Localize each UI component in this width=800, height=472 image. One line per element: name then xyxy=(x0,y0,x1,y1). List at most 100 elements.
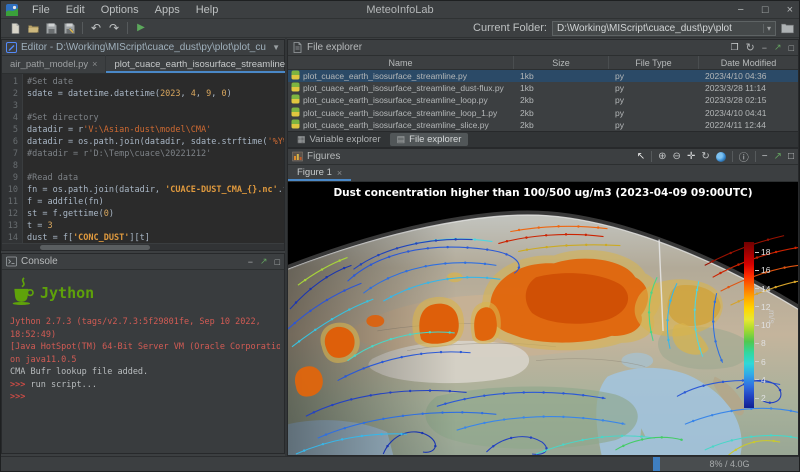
float-icon[interactable]: ↗ xyxy=(260,256,268,267)
jython-logo-text: Jython xyxy=(40,287,94,300)
maximize-icon[interactable]: □ xyxy=(275,257,280,267)
refresh-icon[interactable]: ↻ xyxy=(746,41,755,54)
memory-usage-text: 8% / 4.0G xyxy=(660,459,799,469)
current-folder-combobox[interactable]: D:\Working\MIScript\cuace_dust\py\plot ▾ xyxy=(552,21,776,36)
editor-title: Editor - D:\Working\MIScript\cuace_dust\… xyxy=(21,42,266,53)
zoom-out-icon[interactable]: ⊖ xyxy=(673,151,681,162)
status-bar: 8% / 4.0G xyxy=(1,456,799,471)
column-header-name[interactable]: Name xyxy=(288,56,514,69)
colorbar xyxy=(744,242,754,408)
save-button[interactable] xyxy=(42,20,60,36)
rotate-icon[interactable]: ↻ xyxy=(701,151,709,162)
code-text: #Set datesdate = datetime.datetime(2023,… xyxy=(23,74,284,243)
float-icon[interactable]: ↗ xyxy=(774,42,782,53)
minimize-icon[interactable]: − xyxy=(762,43,767,53)
window-maximize-button[interactable]: □ xyxy=(762,1,769,19)
clipboard-icon[interactable]: ❐ xyxy=(730,42,738,53)
window-minimize-button[interactable]: − xyxy=(737,1,743,19)
browse-folder-button[interactable] xyxy=(781,22,794,34)
minimize-icon[interactable]: − xyxy=(762,151,768,162)
colorbar-tick: 2 xyxy=(755,394,770,402)
redo-button[interactable]: ↷ xyxy=(105,20,123,36)
table-row[interactable]: plot_cuace_earth_isosurface_streamline.p… xyxy=(288,70,798,82)
colorbar-tick: 4 xyxy=(755,376,770,384)
tab-label: Figure 1 xyxy=(297,167,332,178)
figures-title: Figures xyxy=(307,151,340,162)
column-header-date-modified[interactable]: Date Modified xyxy=(699,56,798,69)
colorbar-unit-label: m/s xyxy=(767,310,777,324)
console-output[interactable]: Jython Jython 2.7.3 (tags/v2.7.3:5f29801… xyxy=(2,270,284,453)
console-title: Console xyxy=(21,256,58,267)
close-icon[interactable]: × xyxy=(92,59,97,69)
column-header-file-type[interactable]: File Type xyxy=(609,56,699,69)
colorbar-tick: 6 xyxy=(755,358,770,366)
minimize-icon[interactable]: − xyxy=(248,257,253,267)
menu-apps[interactable]: Apps xyxy=(147,4,188,16)
table-row[interactable]: plot_cuace_earth_isosurface_streamline_l… xyxy=(288,94,798,106)
console-line: [Java HotSpot(TM) 64-Bit Server VM (Orac… xyxy=(10,341,280,354)
save-as-button[interactable] xyxy=(60,20,78,36)
figure-tab-bar: Figure 1 × xyxy=(288,165,798,182)
maximize-icon[interactable]: □ xyxy=(789,43,794,53)
line-number-gutter: 123456789101112131415 xyxy=(2,74,23,243)
code-editor[interactable]: 123456789101112131415 #Set datesdate = d… xyxy=(2,74,284,243)
memory-indicator[interactable]: 8% / 4.0G xyxy=(653,457,799,471)
variable-explorer-icon: ▦ xyxy=(297,134,306,145)
tab-label: File explorer xyxy=(409,134,461,145)
float-icon[interactable]: ↗ xyxy=(774,151,782,162)
console-line: >>> xyxy=(10,391,280,404)
figure-plot-title: Dust concentration higher than 100/500 u… xyxy=(288,187,798,199)
python-file-icon xyxy=(291,94,300,106)
menu-file[interactable]: File xyxy=(24,4,58,16)
globe-icon[interactable] xyxy=(716,152,726,162)
tab-figure-1[interactable]: Figure 1 × xyxy=(288,164,351,181)
tab-file-explorer[interactable]: ▤ File explorer xyxy=(390,133,469,146)
tab-variable-explorer[interactable]: ▦ Variable explorer xyxy=(290,133,388,146)
colorbar-ticks: 18161412108642 xyxy=(755,248,770,402)
maximize-icon[interactable]: □ xyxy=(788,151,794,162)
run-script-button[interactable]: ▶ xyxy=(132,20,150,36)
dock-tab-bar: ▦ Variable explorer ▤ File explorer xyxy=(287,132,799,148)
code-line: #datadir = r'D:\Temp\cuace\20221212' xyxy=(27,148,284,160)
table-row[interactable]: plot_cuace_earth_isosurface_streamline_l… xyxy=(288,107,798,119)
undo-button[interactable]: ↶ xyxy=(87,20,105,36)
file-explorer-title: File explorer xyxy=(307,42,362,53)
new-script-button[interactable] xyxy=(6,20,24,36)
info-icon[interactable]: ⓘ xyxy=(739,149,749,164)
code-line: f = addfile(fn) xyxy=(27,196,284,208)
console-line: CMA Bufr lookup file added. xyxy=(10,366,280,379)
jython-logo xyxy=(10,276,36,311)
menu-edit[interactable]: Edit xyxy=(58,4,93,16)
save-icon xyxy=(46,23,57,34)
file-explorer-icon xyxy=(292,42,303,53)
open-file-button[interactable] xyxy=(24,20,42,36)
editor-horizontal-scrollbar[interactable] xyxy=(2,243,284,250)
table-row[interactable]: plot_cuace_earth_isosurface_streamline_d… xyxy=(288,82,798,94)
figures-icon xyxy=(292,151,303,162)
cursor-icon[interactable]: ↖ xyxy=(637,151,645,162)
menu-help[interactable]: Help xyxy=(188,4,227,16)
pan-icon[interactable]: ✛ xyxy=(687,151,695,162)
file-table-header[interactable]: NameSizeFile TypeDate Modified xyxy=(288,56,798,70)
editor-tab-bar: air_path_model.py × plot_cuace_earth_iso… xyxy=(2,56,284,74)
column-header-size[interactable]: Size xyxy=(514,56,609,69)
code-line: #Read data xyxy=(27,172,284,184)
zoom-in-icon[interactable]: ⊕ xyxy=(658,151,666,162)
figure-canvas[interactable]: Dust concentration higher than 100/500 u… xyxy=(288,182,798,455)
menu-options[interactable]: Options xyxy=(93,4,147,16)
file-table: plot_cuace_earth_isosurface_streamline.p… xyxy=(288,70,798,131)
tab-label: plot_cuace_earth_isosurface_streamline.p… xyxy=(114,59,297,70)
file-explorer-panel: File explorer ❐ ↻ − ↗ □ NameSizeFile Typ… xyxy=(287,39,799,132)
tab-air-path-model[interactable]: air_path_model.py × xyxy=(2,55,106,73)
editor-dropdown-icon[interactable]: ▼ xyxy=(272,43,280,52)
window-close-button[interactable]: × xyxy=(787,1,793,19)
app-logo-icon xyxy=(6,4,18,16)
code-line: sdate = datetime.datetime(2023, 4, 9, 0) xyxy=(27,88,284,100)
close-icon[interactable]: × xyxy=(337,168,342,178)
table-row[interactable]: plot_cuace_earth_isosurface_streamline_s… xyxy=(288,119,798,131)
code-line xyxy=(27,160,284,172)
code-line: datadir = os.path.join(datadir, sdate.st… xyxy=(27,136,284,148)
code-line: datadir = r'V:\Asian-dust\model\CMA' xyxy=(27,124,284,136)
python-file-icon xyxy=(291,82,300,94)
chevron-down-icon[interactable]: ▾ xyxy=(763,24,771,33)
